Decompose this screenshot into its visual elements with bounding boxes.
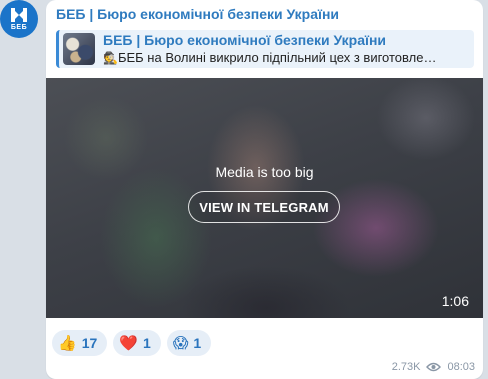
reply-preview[interactable]: БЕБ | Бюро економічної безпеки України 🕵…	[56, 30, 474, 68]
message-time: 08:03	[447, 361, 475, 373]
reply-thumbnail	[63, 33, 95, 65]
avatar-text: БЕБ	[10, 24, 28, 31]
media-notice: Media is too big	[215, 164, 314, 180]
reply-snippet: БЕБ на Волині викрило підпільний цех з в…	[117, 50, 437, 65]
message-bubble: БЕБ | Бюро економічної безпеки України Б…	[46, 0, 483, 379]
message-meta: 2.73K 08:03	[392, 361, 475, 373]
reaction-scream[interactable]: 😱 1	[166, 330, 212, 356]
reactions-bar: 👍 17 ❤️ 1 😱 1	[52, 330, 212, 356]
reaction-count: 1	[193, 335, 202, 351]
reaction-count: 17	[81, 335, 98, 351]
channel-avatar[interactable]: БЕБ	[0, 0, 38, 38]
screaming-face-icon: 😱	[172, 334, 189, 352]
reaction-count: 1	[142, 335, 151, 351]
reply-title: БЕБ | Бюро економічної безпеки України	[103, 32, 387, 48]
reaction-heart[interactable]: ❤️ 1	[113, 330, 161, 356]
reaction-thumbs-up[interactable]: 👍 17	[52, 330, 108, 356]
view-count: 2.73K	[391, 361, 421, 373]
video-preview[interactable]: Media is too big VIEW IN TELEGRAM 1:06	[46, 78, 483, 318]
video-duration: 1:06	[441, 293, 469, 309]
view-in-telegram-button[interactable]: VIEW IN TELEGRAM	[188, 191, 340, 223]
spy-emoji-icon: 🕵️	[103, 51, 118, 65]
eye-icon	[426, 362, 442, 372]
reply-text: 🕵️БЕБ на Волині викрило підпільний цех з…	[103, 50, 471, 65]
channel-name[interactable]: БЕБ | Бюро економічної безпеки України	[56, 6, 339, 22]
beb-logo-icon	[11, 8, 27, 22]
thumbs-up-icon: 👍	[58, 334, 77, 352]
heart-icon: ❤️	[119, 334, 138, 352]
